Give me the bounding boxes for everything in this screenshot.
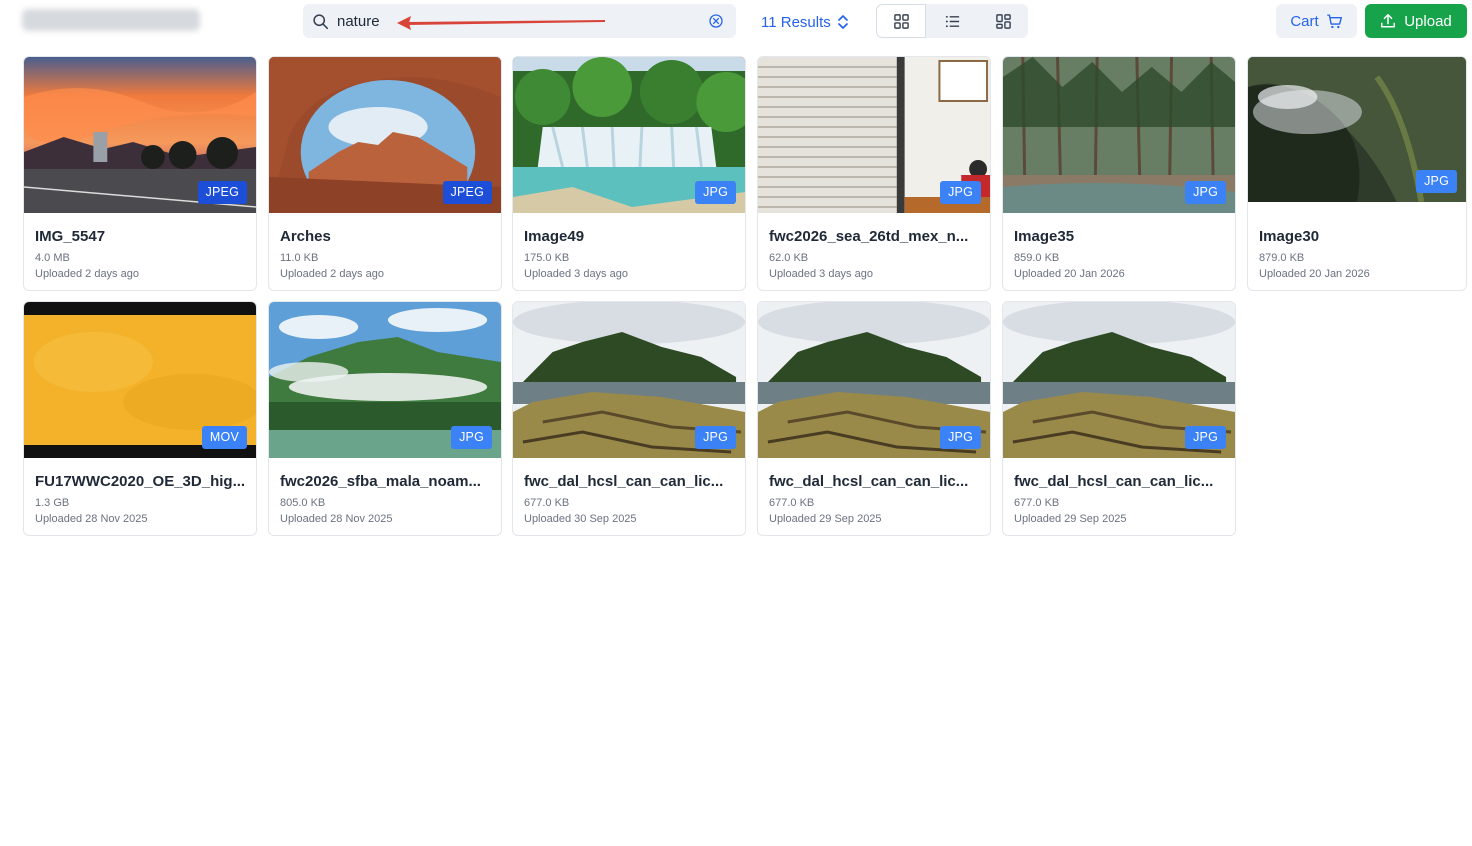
cart-button[interactable]: Cart	[1276, 4, 1357, 38]
asset-card[interactable]: JPG Image30 879.0 KB Uploaded 20 Jan 202…	[1247, 56, 1467, 291]
asset-title: fwc2026_sea_26td_mex_n...	[769, 228, 969, 245]
grid-view-button[interactable]	[876, 4, 926, 38]
view-mode-toggle	[876, 4, 1028, 38]
annotation-arrow	[397, 16, 605, 30]
asset-size: 4.0 MB	[35, 252, 70, 264]
results-count-label: 11 Results	[761, 13, 831, 31]
asset-card[interactable]: JPG fwc2026_sea_26td_mex_n... 62.0 KB Up…	[757, 56, 991, 291]
asset-title: Arches	[280, 228, 331, 245]
asset-uploaded: Uploaded 2 days ago	[280, 268, 384, 280]
file-type-badge: JPG	[695, 181, 736, 204]
asset-thumbnail: JPG	[758, 302, 990, 458]
asset-uploaded: Uploaded 3 days ago	[524, 268, 628, 280]
asset-uploaded: Uploaded 30 Sep 2025	[524, 513, 637, 525]
list-icon	[945, 15, 959, 27]
cart-label: Cart	[1290, 12, 1319, 30]
file-type-badge: JPG	[940, 181, 981, 204]
masonry-view-button[interactable]	[978, 4, 1028, 38]
asset-size: 805.0 KB	[280, 497, 326, 509]
asset-thumbnail: JPG	[1003, 57, 1235, 213]
brand-logo-blurred	[22, 9, 200, 31]
file-type-badge: MOV	[201, 426, 247, 449]
file-type-badge: JPG	[1185, 426, 1226, 449]
cart-icon	[1326, 13, 1342, 28]
asset-size: 677.0 KB	[524, 497, 570, 509]
asset-card[interactable]: JPEG IMG_5547 4.0 MB Uploaded 2 days ago	[23, 56, 257, 291]
sort-chevrons-icon	[837, 15, 848, 29]
masonry-icon	[995, 13, 1011, 29]
asset-thumbnail: JPG	[513, 57, 745, 213]
asset-size: 879.0 KB	[1259, 252, 1305, 264]
asset-card[interactable]: JPG fwc_dal_hcsl_can_can_lic... 677.0 KB…	[1002, 301, 1236, 536]
asset-title: FU17WWC2020_OE_3D_hig...	[35, 473, 246, 490]
file-type-badge: JPG	[1416, 170, 1457, 193]
results-count-dropdown[interactable]: 11 Results	[761, 11, 849, 33]
asset-uploaded: Uploaded 29 Sep 2025	[769, 513, 882, 525]
asset-grid: JPEG IMG_5547 4.0 MB Uploaded 2 days ago…	[23, 56, 1467, 538]
file-type-badge: JPEG	[442, 181, 492, 204]
top-bar: 11 Results	[0, 0, 1472, 44]
asset-thumbnail: JPEG	[269, 57, 501, 213]
asset-size: 62.0 KB	[769, 252, 809, 264]
asset-card[interactable]: MOV FU17WWC2020_OE_3D_hig... 1.3 GB Uplo…	[23, 301, 257, 536]
asset-uploaded: Uploaded 29 Sep 2025	[1014, 513, 1127, 525]
asset-card[interactable]: JPG Image49 175.0 KB Uploaded 3 days ago	[512, 56, 746, 291]
asset-thumbnail: JPG	[513, 302, 745, 458]
file-type-badge: JPG	[940, 426, 981, 449]
asset-card[interactable]: JPG Image35 859.0 KB Uploaded 20 Jan 202…	[1002, 56, 1236, 291]
asset-size: 11.0 KB	[280, 252, 319, 264]
asset-size: 859.0 KB	[1014, 252, 1060, 264]
asset-card[interactable]: JPG fwc_dal_hcsl_can_can_lic... 677.0 KB…	[757, 301, 991, 536]
asset-title: fwc2026_sfba_mala_noam...	[280, 473, 481, 490]
asset-card[interactable]: JPEG Arches 11.0 KB Uploaded 2 days ago	[268, 56, 502, 291]
list-view-button[interactable]	[927, 4, 977, 38]
asset-title: Image49	[524, 228, 585, 245]
file-type-badge: JPEG	[197, 181, 247, 204]
upload-button[interactable]: Upload	[1365, 4, 1467, 38]
asset-size: 175.0 KB	[524, 252, 570, 264]
asset-card[interactable]: JPG fwc2026_sfba_mala_noam... 805.0 KB U…	[268, 301, 502, 536]
file-type-badge: JPG	[451, 426, 492, 449]
asset-uploaded: Uploaded 20 Jan 2026	[1014, 268, 1125, 280]
upload-label: Upload	[1404, 12, 1452, 30]
asset-card[interactable]: JPG fwc_dal_hcsl_can_can_lic... 677.0 KB…	[512, 301, 746, 536]
asset-uploaded: Uploaded 2 days ago	[35, 268, 139, 280]
asset-title: fwc_dal_hcsl_can_can_lic...	[1014, 473, 1214, 490]
upload-icon	[1381, 14, 1396, 28]
asset-uploaded: Uploaded 28 Nov 2025	[35, 513, 148, 525]
asset-thumbnail: MOV	[24, 302, 256, 458]
clear-search-icon[interactable]	[708, 13, 724, 29]
asset-title: IMG_5547	[35, 228, 106, 245]
search-icon	[313, 14, 329, 30]
asset-thumbnail: JPG	[1003, 302, 1235, 458]
asset-uploaded: Uploaded 20 Jan 2026	[1259, 268, 1370, 280]
asset-size: 677.0 KB	[769, 497, 815, 509]
asset-size: 677.0 KB	[1014, 497, 1060, 509]
asset-uploaded: Uploaded 3 days ago	[769, 268, 873, 280]
grid-icon	[893, 13, 909, 29]
file-type-badge: JPG	[695, 426, 736, 449]
file-type-badge: JPG	[1185, 181, 1226, 204]
asset-title: Image30	[1259, 228, 1320, 245]
asset-uploaded: Uploaded 28 Nov 2025	[280, 513, 393, 525]
asset-thumbnail: JPG	[269, 302, 501, 458]
asset-title: fwc_dal_hcsl_can_can_lic...	[524, 473, 724, 490]
asset-thumbnail: JPEG	[24, 57, 256, 213]
asset-title: fwc_dal_hcsl_can_can_lic...	[769, 473, 969, 490]
asset-thumbnail: JPG	[1248, 57, 1466, 202]
asset-thumbnail: JPG	[758, 57, 990, 213]
asset-size: 1.3 GB	[35, 497, 70, 509]
asset-title: Image35	[1014, 228, 1075, 245]
